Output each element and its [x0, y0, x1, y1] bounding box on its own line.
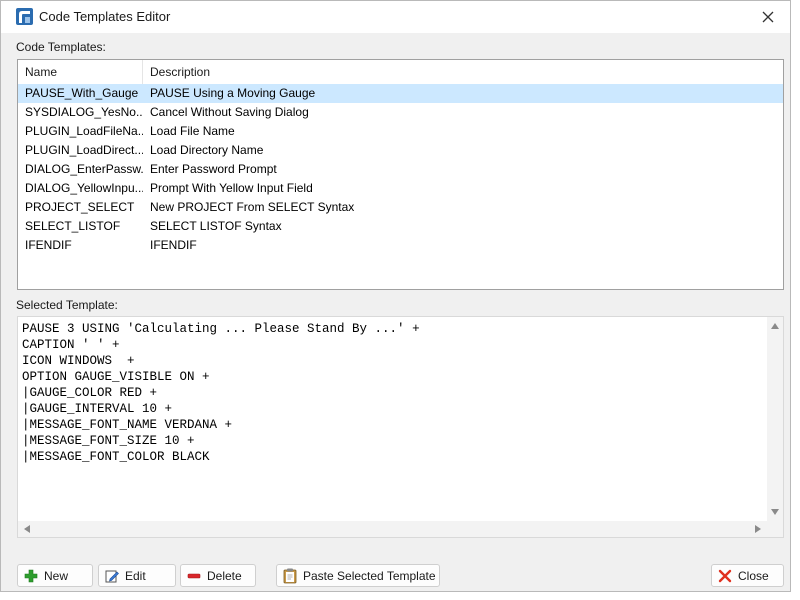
vertical-scrollbar[interactable]	[767, 317, 783, 521]
code-templates-label: Code Templates:	[16, 40, 106, 54]
close-x-icon	[718, 569, 732, 582]
list-item-name: DIALOG_EnterPassw...	[25, 162, 143, 176]
list-item[interactable]: PLUGIN_LoadDirect... Load Directory Name	[18, 141, 783, 160]
list-item[interactable]: SELECT_LISTOF SELECT LISTOF Syntax	[18, 217, 783, 236]
list-item-name: DIALOG_YellowInpu...	[25, 181, 143, 195]
clipboard-icon	[283, 568, 297, 583]
dialog-window: Code Templates Editor Code Templates: Na…	[0, 0, 791, 592]
list-item-description: Load File Name	[150, 124, 235, 138]
list-header: Name Description	[18, 60, 783, 85]
list-item[interactable]: PAUSE_With_Gauge PAUSE Using a Moving Gau…	[18, 84, 783, 103]
scroll-left-icon[interactable]	[24, 525, 30, 533]
scrollbar-corner	[767, 521, 783, 537]
list-item[interactable]: PROJECT_SELECT New PROJECT From SELECT Sy…	[18, 198, 783, 217]
list-item-description: Prompt With Yellow Input Field	[150, 181, 313, 195]
window-title: Code Templates Editor	[39, 9, 171, 24]
paste-selected-template-button[interactable]: Paste Selected Template	[276, 564, 440, 587]
close-button[interactable]: Close	[711, 564, 784, 587]
list-item-name: SELECT_LISTOF	[25, 219, 121, 233]
scroll-down-icon[interactable]	[771, 509, 779, 515]
minus-icon	[187, 573, 201, 578]
list-item-description: SELECT LISTOF Syntax	[150, 219, 282, 233]
list-item-name: PLUGIN_LoadDirect...	[25, 143, 143, 157]
edit-button-label: Edit	[125, 568, 146, 583]
list-item[interactable]: SYSDIALOG_YesNo... Cancel Without Saving …	[18, 103, 783, 122]
edit-button[interactable]: Edit	[98, 564, 176, 587]
new-button-label: New	[44, 568, 69, 583]
column-header-description[interactable]: Description	[143, 60, 783, 84]
templates-list[interactable]: Name Description PAUSE_With_Gauge PAUSE U…	[17, 59, 784, 290]
horizontal-scrollbar[interactable]	[18, 521, 767, 537]
list-item[interactable]: DIALOG_EnterPassw... Enter Password Promp…	[18, 160, 783, 179]
delete-button[interactable]: Delete	[180, 564, 256, 587]
list-item[interactable]: PLUGIN_LoadFileNa... Load File Name	[18, 122, 783, 141]
list-item[interactable]: DIALOG_YellowInpu... Prompt With Yellow I…	[18, 179, 783, 198]
list-item[interactable]: IFENDIF IFENDIF	[18, 236, 783, 255]
scroll-up-icon[interactable]	[771, 323, 779, 329]
scroll-right-icon[interactable]	[755, 525, 761, 533]
template-code[interactable]: PAUSE 3 USING 'Calculating ... Please St…	[22, 321, 420, 465]
list-item-description: Load Directory Name	[150, 143, 264, 157]
list-item-description: Enter Password Prompt	[150, 162, 277, 176]
paste-button-label: Paste Selected Template	[303, 568, 436, 583]
list-rows: PAUSE_With_Gauge PAUSE Using a Moving Gau…	[18, 84, 783, 255]
list-item-description: IFENDIF	[150, 238, 197, 252]
close-button-label: Close	[738, 568, 769, 583]
plus-icon	[24, 569, 38, 582]
list-item-name: SYSDIALOG_YesNo...	[25, 105, 143, 119]
template-code-editor[interactable]: PAUSE 3 USING 'Calculating ... Please St…	[17, 316, 784, 538]
list-item-description: New PROJECT From SELECT Syntax	[150, 200, 355, 214]
list-item-name: PLUGIN_LoadFileNa...	[25, 124, 143, 138]
column-header-name[interactable]: Name	[18, 60, 143, 84]
edit-icon	[105, 570, 119, 582]
delete-button-label: Delete	[207, 568, 242, 583]
list-item-description: Cancel Without Saving Dialog	[150, 105, 309, 119]
close-icon	[762, 11, 774, 23]
new-button[interactable]: New	[17, 564, 93, 587]
list-item-name: IFENDIF	[25, 238, 72, 252]
selected-template-label: Selected Template:	[16, 298, 118, 312]
window-close-button[interactable]	[746, 1, 790, 33]
list-item-name: PROJECT_SELECT	[25, 200, 135, 214]
list-item-name: PAUSE_With_Gauge	[25, 86, 139, 100]
list-item-description: PAUSE Using a Moving Gauge	[150, 86, 316, 100]
title-bar: Code Templates Editor	[1, 1, 790, 33]
app-icon	[16, 8, 33, 25]
